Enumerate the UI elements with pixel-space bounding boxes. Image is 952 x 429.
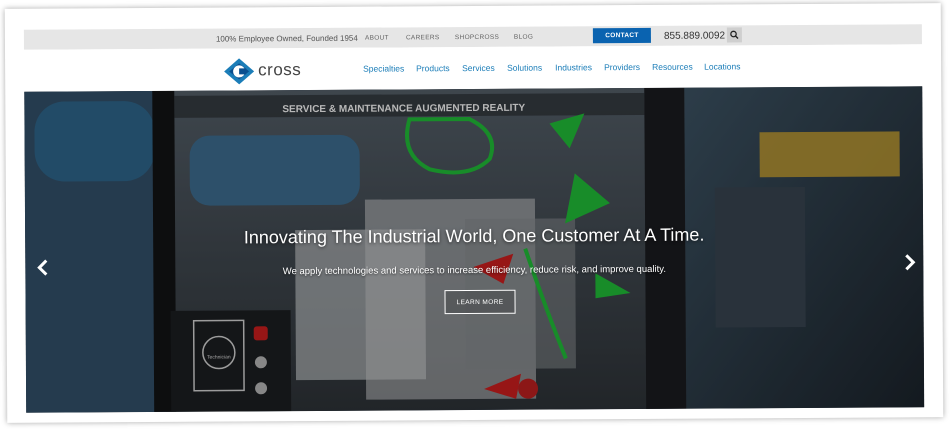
utility-link-blog[interactable]: BLOG	[514, 33, 533, 40]
utility-link-about[interactable]: ABOUT	[365, 34, 389, 41]
nav-services[interactable]: Services	[462, 63, 495, 73]
phone-number[interactable]: 855.889.0092	[664, 30, 725, 41]
nav-providers[interactable]: Providers	[604, 62, 640, 72]
contact-button[interactable]: CONTACT	[592, 27, 651, 44]
chevron-right-icon	[905, 254, 916, 271]
nav-resources[interactable]: Resources	[652, 62, 693, 72]
cross-logo[interactable]: cross	[222, 57, 318, 86]
chevron-left-icon	[37, 259, 48, 276]
company-tagline: 100% Employee Owned, Founded 1954	[215, 33, 358, 44]
nav-industries[interactable]: Industries	[555, 62, 592, 72]
nav-products[interactable]: Products	[416, 63, 450, 73]
search-icon	[730, 30, 739, 39]
learn-more-button[interactable]: LEARN MORE	[444, 289, 516, 315]
hero-background-image: SERVICE & MAINTENANCE AUGMENTED REALITY …	[24, 86, 925, 413]
slider-prev-button[interactable]	[35, 259, 49, 281]
nav-locations[interactable]: Locations	[704, 61, 740, 71]
nav-specialties[interactable]: Specialties	[363, 63, 404, 73]
main-nav: cross Specialties Products Services Solu…	[23, 44, 923, 92]
utility-link-shopcross[interactable]: SHOPCROSS	[455, 33, 499, 40]
utility-link-careers[interactable]: CAREERS	[406, 34, 440, 41]
screenshot-frame: 100% Employee Owned, Founded 1954 ABOUT …	[4, 3, 944, 423]
cross-logo-mark-icon	[224, 58, 255, 85]
slider-next-button[interactable]	[903, 253, 917, 275]
nav-solutions[interactable]: Solutions	[507, 63, 542, 73]
hero-slider: SERVICE & MAINTENANCE AUGMENTED REALITY …	[24, 86, 925, 413]
search-button[interactable]	[726, 27, 742, 43]
brand-wordmark: cross	[258, 60, 302, 80]
